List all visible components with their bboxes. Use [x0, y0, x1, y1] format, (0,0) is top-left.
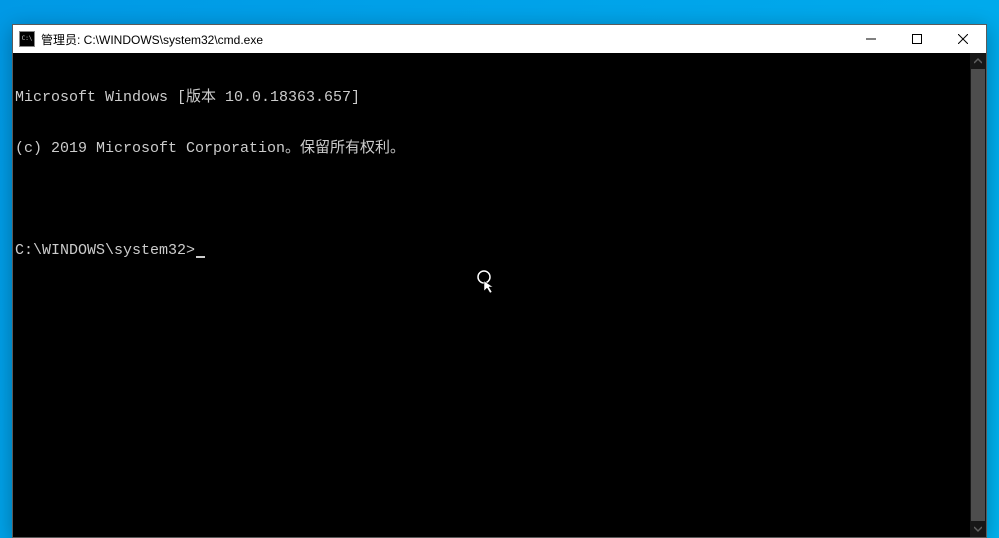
terminal-prompt: C:\WINDOWS\system32>	[15, 242, 195, 259]
titlebar[interactable]: C:\ 管理员: C:\WINDOWS\system32\cmd.exe	[13, 25, 986, 53]
terminal-prompt-line: C:\WINDOWS\system32>	[15, 242, 970, 259]
chevron-down-icon	[974, 525, 982, 533]
minimize-button[interactable]	[848, 25, 894, 53]
close-button[interactable]	[940, 25, 986, 53]
scrollbar-up-button[interactable]	[970, 53, 986, 69]
vertical-scrollbar[interactable]	[970, 53, 986, 537]
window-controls	[848, 25, 986, 53]
terminal-line-copyright: (c) 2019 Microsoft Corporation。保留所有权利。	[15, 140, 970, 157]
cmd-icon: C:\	[19, 31, 35, 47]
maximize-button[interactable]	[894, 25, 940, 53]
terminal-cursor	[196, 256, 205, 258]
terminal-wrapper: Microsoft Windows [版本 10.0.18363.657] (c…	[13, 53, 986, 537]
terminal-line-version: Microsoft Windows [版本 10.0.18363.657]	[15, 89, 970, 106]
close-icon	[958, 34, 968, 44]
scrollbar-down-button[interactable]	[970, 521, 986, 537]
maximize-icon	[912, 34, 922, 44]
chevron-up-icon	[974, 57, 982, 65]
window-title: 管理员: C:\WINDOWS\system32\cmd.exe	[41, 31, 848, 48]
scrollbar-track[interactable]	[970, 69, 986, 521]
terminal-line-blank	[15, 191, 970, 208]
cmd-window: C:\ 管理员: C:\WINDOWS\system32\cmd.exe	[12, 24, 987, 538]
terminal-output[interactable]: Microsoft Windows [版本 10.0.18363.657] (c…	[13, 53, 970, 537]
scrollbar-thumb[interactable]	[971, 69, 985, 521]
minimize-icon	[866, 34, 876, 44]
